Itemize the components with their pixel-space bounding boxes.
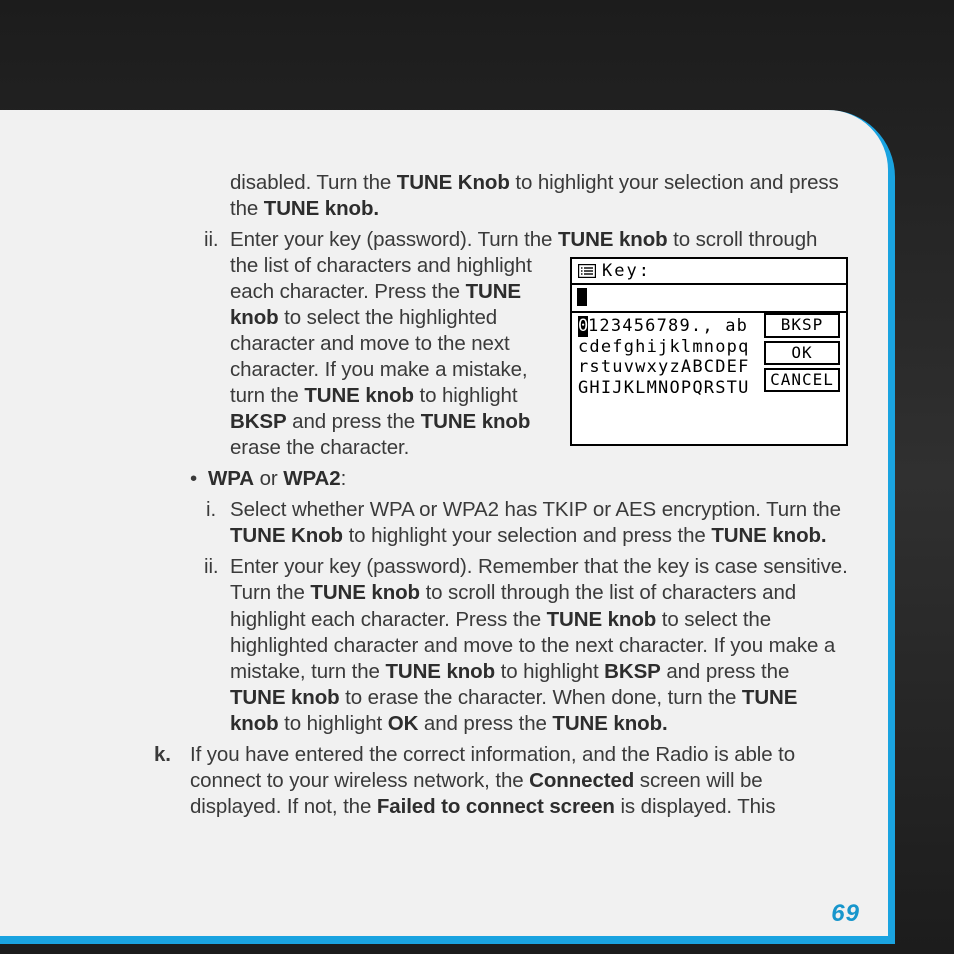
list-marker-ii: ii. [204, 227, 219, 253]
bold: WPA2 [283, 467, 340, 490]
bold: TUNE knob. [264, 197, 379, 220]
text: Enter your key (password). Turn the [230, 228, 558, 251]
bold: Failed to connect screen [377, 795, 615, 818]
bold: TUNE Knob [397, 171, 510, 194]
text: to highlight [414, 384, 518, 407]
bold: TUNE knob. [552, 712, 667, 735]
bold: TUNE knob [547, 608, 657, 631]
text: to erase the character. When done, turn … [340, 686, 742, 709]
bold: TUNE knob [421, 410, 531, 433]
page-card: disabled. Turn the TUNE Knob to highligh… [0, 110, 888, 936]
step-k: k. If you have entered the correct infor… [60, 742, 848, 820]
page-number: 69 [831, 900, 860, 928]
wpa-step-ii: ii. Enter your key (password). Remember … [60, 554, 848, 736]
text: to highlight [279, 712, 388, 735]
text: is displayed. This [615, 795, 776, 818]
text: disabled. Turn the [230, 171, 397, 194]
text: to highlight your selection and press th… [343, 524, 711, 547]
bold: Connected [529, 769, 634, 792]
list-marker-i: i. [206, 497, 216, 523]
bold: BKSP [604, 660, 661, 683]
bullet-dot: • [190, 466, 197, 492]
bold: TUNE Knob [230, 524, 343, 547]
charmap-row-2: cdefghijklmnopq [578, 337, 750, 357]
text: : [341, 467, 347, 490]
bold: TUNE knob [304, 384, 414, 407]
key-entry-title-row: Key: [572, 259, 846, 285]
bold: TUNE knob. [711, 524, 826, 547]
text: Select whether WPA or WPA2 has TKIP or A… [230, 498, 841, 521]
cancel-button[interactable]: CANCEL [764, 368, 840, 392]
bold: TUNE knob [558, 228, 668, 251]
bold: BKSP [230, 410, 287, 433]
text: and press the [418, 712, 552, 735]
list-icon [578, 264, 596, 278]
key-entry-input [572, 285, 846, 313]
wep-step-ii: ii. Enter your key (password). Turn the … [60, 227, 848, 461]
text: and press the [287, 410, 421, 433]
key-entry-title: Key: [602, 261, 651, 281]
page-content: disabled. Turn the TUNE Knob to highligh… [0, 110, 888, 820]
bold: OK [388, 712, 419, 735]
bold: TUNE knob [310, 581, 420, 604]
text: to scroll through [668, 228, 818, 251]
text: erase the character. [230, 436, 409, 459]
list-marker-k: k. [154, 742, 171, 768]
cursor-icon [577, 288, 587, 306]
key-entry-figure: Key: 0123456789., ab cdefghijklmnopq rst… [570, 257, 848, 446]
bksp-button[interactable]: BKSP [764, 313, 840, 337]
bold: TUNE knob [230, 686, 340, 709]
charmap-row-3: rstuvwxyzABCDEF [578, 357, 750, 377]
text: or [254, 467, 283, 490]
bold: WPA [208, 467, 254, 490]
list-marker-ii: ii. [204, 554, 219, 580]
charmap-row-4: GHIJKLMNOPQRSTU [578, 378, 750, 398]
wpa-step-i: i. Select whether WPA or WPA2 has TKIP o… [60, 497, 848, 549]
text: to highlight [495, 660, 604, 683]
ok-button[interactable]: OK [764, 341, 840, 365]
key-entry-buttons: BKSP OK CANCEL [764, 313, 840, 392]
continuation-paragraph: disabled. Turn the TUNE Knob to highligh… [60, 170, 848, 222]
highlighted-char: 0 [578, 316, 588, 336]
wpa-bullet: • WPA or WPA2: [60, 466, 848, 492]
charmap-row-1: 123456789., ab [588, 316, 748, 336]
bold: TUNE knob [385, 660, 495, 683]
text: and press the [661, 660, 790, 683]
key-entry-charmap: 0123456789., ab cdefghijklmnopq rstuvwxy… [572, 313, 846, 443]
